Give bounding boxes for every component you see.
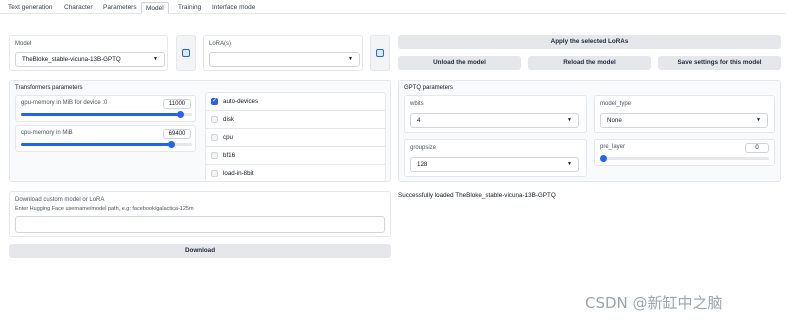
gpu-memory-slider-thumb[interactable] (176, 111, 184, 118)
lora-label: LoRA(s) (209, 41, 232, 47)
model-type-label: model_type (600, 101, 632, 107)
refresh-model-button[interactable] (176, 35, 196, 71)
lora-panel: LoRA(s) ▼ (203, 35, 363, 71)
cpu-memory-slider-thumb[interactable] (167, 141, 175, 148)
checkbox-checked-icon[interactable]: ✓ (211, 98, 218, 105)
chevron-down-icon: ▼ (348, 56, 353, 62)
checkbox-icon[interactable] (211, 134, 218, 141)
download-button[interactable]: Download (9, 244, 391, 258)
option-label: disk (223, 116, 235, 123)
transformers-title: Transformers parameters (15, 85, 83, 91)
cpu-memory-slider-fill (21, 143, 172, 146)
option-label: auto-devices (223, 98, 259, 105)
chevron-down-icon: ▼ (567, 161, 572, 167)
device-options: ✓ auto-devices disk cpu bf16 load-in-8bi… (205, 92, 386, 182)
pre-layer-slider-thumb[interactable] (600, 155, 607, 162)
model-type-select[interactable]: None ▼ (600, 113, 768, 128)
gpu-memory-control: gpu-memory in MiB for device :0 11000 (15, 95, 196, 122)
status-text: Successfully loaded TheBloke_stable-vicu… (398, 192, 556, 199)
reload-model-button[interactable]: Reload the model (528, 56, 651, 70)
unload-model-button[interactable]: Unload the model (398, 56, 521, 70)
tab-character[interactable]: Character (60, 2, 97, 14)
cpu-memory-control: cpu-memory in MiB 69400 (15, 125, 196, 152)
cpu-memory-slider[interactable] (21, 141, 192, 148)
watermark: CSDN @新缸中之脑 (585, 294, 723, 312)
lora-select[interactable]: ▼ (209, 52, 360, 67)
option-load-in-8bit[interactable]: load-in-8bit (206, 165, 385, 183)
wbits-select[interactable]: 4 ▼ (410, 113, 579, 128)
pre-layer-control: pre_layer 0 (594, 139, 775, 166)
model-select-value: TheBloke_stable-vicuna-13B-GPTQ (22, 56, 121, 63)
cpu-memory-input[interactable]: 69400 (163, 129, 191, 139)
option-disk[interactable]: disk (206, 111, 385, 129)
gptq-title: GPTQ parameters (404, 85, 454, 91)
option-label: bf16 (223, 152, 236, 159)
chevron-down-icon: ▼ (153, 56, 158, 62)
cpu-memory-label: cpu-memory in MiB (21, 130, 73, 136)
apply-lora-button[interactable]: Apply the selected LoRAs (398, 35, 781, 49)
tab-text-generation[interactable]: Text generation (4, 2, 56, 14)
save-settings-button[interactable]: Save settings for this model (658, 56, 781, 70)
tab-bar: Text generation Character Parameters Mod… (0, 0, 786, 14)
wbits-label: wbits (410, 101, 424, 107)
pre-layer-label: pre_layer (600, 144, 626, 150)
model-type-value: None (607, 117, 622, 124)
option-cpu[interactable]: cpu (206, 129, 385, 147)
tab-model[interactable]: Model (141, 2, 169, 14)
gpu-memory-input[interactable]: 11000 (163, 99, 191, 109)
option-auto-devices[interactable]: ✓ auto-devices (206, 93, 385, 111)
wbits-control: wbits 4 ▼ (404, 95, 587, 133)
groupsize-value: 128 (417, 161, 428, 168)
groupsize-label: groupsize (410, 145, 437, 151)
option-label: load-in-8bit (223, 170, 254, 177)
tab-parameters[interactable]: Parameters (99, 2, 141, 14)
option-label: cpu (223, 134, 233, 141)
refresh-lora-button[interactable] (370, 35, 390, 71)
groupsize-select[interactable]: 128 ▼ (410, 157, 579, 172)
model-label: Model (15, 41, 32, 47)
checkbox-icon[interactable] (211, 116, 218, 123)
download-title: Download custom model or LoRA (15, 197, 105, 203)
tab-interface-mode[interactable]: Interface mode (208, 2, 259, 14)
wbits-value: 4 (417, 117, 421, 124)
tab-training[interactable]: Training (174, 2, 205, 14)
groupsize-control: groupsize 128 ▼ (404, 139, 587, 177)
option-bf16[interactable]: bf16 (206, 147, 385, 165)
gpu-memory-slider-fill (21, 113, 181, 116)
chevron-down-icon: ▼ (756, 117, 761, 123)
refresh-icon (182, 49, 190, 57)
checkbox-icon[interactable] (211, 170, 218, 177)
pre-layer-slider[interactable] (600, 155, 769, 162)
pre-layer-input[interactable]: 0 (745, 143, 769, 153)
gpu-memory-label: gpu-memory in MiB for device :0 (21, 100, 108, 106)
download-path-input[interactable] (15, 216, 385, 233)
transformers-panel: Transformers parameters gpu-memory in Mi… (9, 80, 391, 182)
download-hint: Enter Hugging Face username/model path, … (15, 206, 194, 212)
refresh-icon (376, 49, 384, 57)
download-panel: Download custom model or LoRA Enter Hugg… (9, 191, 391, 237)
model-panel: Model TheBloke_stable-vicuna-13B-GPTQ ▼ (9, 35, 168, 71)
model-type-control: model_type None ▼ (594, 95, 775, 133)
model-select[interactable]: TheBloke_stable-vicuna-13B-GPTQ ▼ (15, 52, 165, 67)
gpu-memory-slider[interactable] (21, 111, 192, 118)
chevron-down-icon: ▼ (567, 117, 572, 123)
gptq-panel: GPTQ parameters wbits 4 ▼ model_type Non… (398, 80, 781, 182)
checkbox-icon[interactable] (211, 152, 218, 159)
